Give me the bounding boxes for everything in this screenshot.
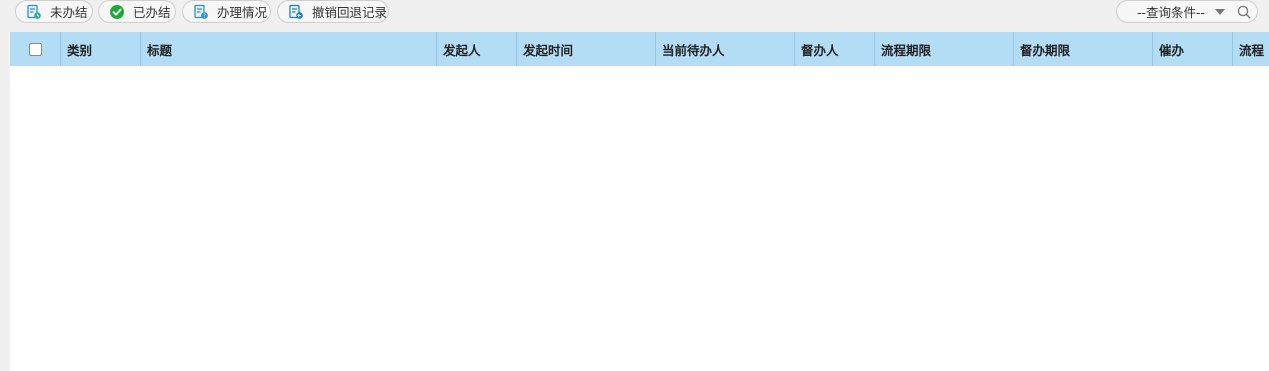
column-header-flow-deadline[interactable]: 流程期限 bbox=[875, 32, 1014, 66]
select-all-checkbox[interactable] bbox=[28, 42, 42, 56]
column-header-flow[interactable]: 流程 bbox=[1233, 32, 1269, 66]
query-condition-select[interactable]: --查询条件-- bbox=[1116, 0, 1258, 23]
search-icon[interactable] bbox=[1237, 5, 1251, 19]
column-header-current-handler[interactable]: 当前待办人 bbox=[656, 32, 795, 66]
form-help-icon: ? bbox=[194, 4, 208, 19]
select-all-cell bbox=[10, 32, 61, 66]
column-header-initiator[interactable]: 发起人 bbox=[437, 32, 517, 66]
column-header-supervise-deadline[interactable]: 督办期限 bbox=[1014, 32, 1153, 66]
tab-done-label: 已办结 bbox=[133, 5, 171, 20]
check-circle-icon bbox=[110, 4, 124, 19]
column-header-start-time[interactable]: 发起时间 bbox=[517, 32, 656, 66]
toolbar: 未办结 已办结 ? 办理情况 撤销回退记录 --查询条件-- bbox=[0, 0, 1269, 32]
column-header-urge[interactable]: 催办 bbox=[1153, 32, 1233, 66]
column-header-category[interactable]: 类别 bbox=[61, 32, 141, 66]
column-header-title[interactable]: 标题 bbox=[141, 32, 437, 66]
tab-pending-label: 未办结 bbox=[50, 5, 88, 20]
tab-revoke-records-label: 撤销回退记录 bbox=[312, 5, 388, 20]
column-header-supervisor[interactable]: 督办人 bbox=[795, 32, 875, 66]
form-pending-icon bbox=[27, 4, 41, 19]
tab-revoke-records[interactable]: 撤销回退记录 bbox=[277, 0, 389, 23]
svg-text:?: ? bbox=[203, 13, 206, 19]
data-grid: 类别 标题 发起人 发起时间 当前待办人 督办人 流程期限 督办期限 催办 流程 bbox=[10, 32, 1269, 371]
tab-pending[interactable]: 未办结 bbox=[15, 0, 93, 23]
form-revoke-icon bbox=[289, 4, 303, 19]
tab-status-label: 办理情况 bbox=[217, 5, 268, 20]
chevron-down-icon[interactable] bbox=[1215, 8, 1225, 15]
grid-header: 类别 标题 发起人 发起时间 当前待办人 督办人 流程期限 督办期限 催办 流程 bbox=[10, 32, 1269, 66]
query-condition-label: --查询条件-- bbox=[1137, 5, 1206, 20]
tab-status[interactable]: ? 办理情况 bbox=[182, 0, 271, 23]
tab-done[interactable]: 已办结 bbox=[98, 0, 176, 23]
